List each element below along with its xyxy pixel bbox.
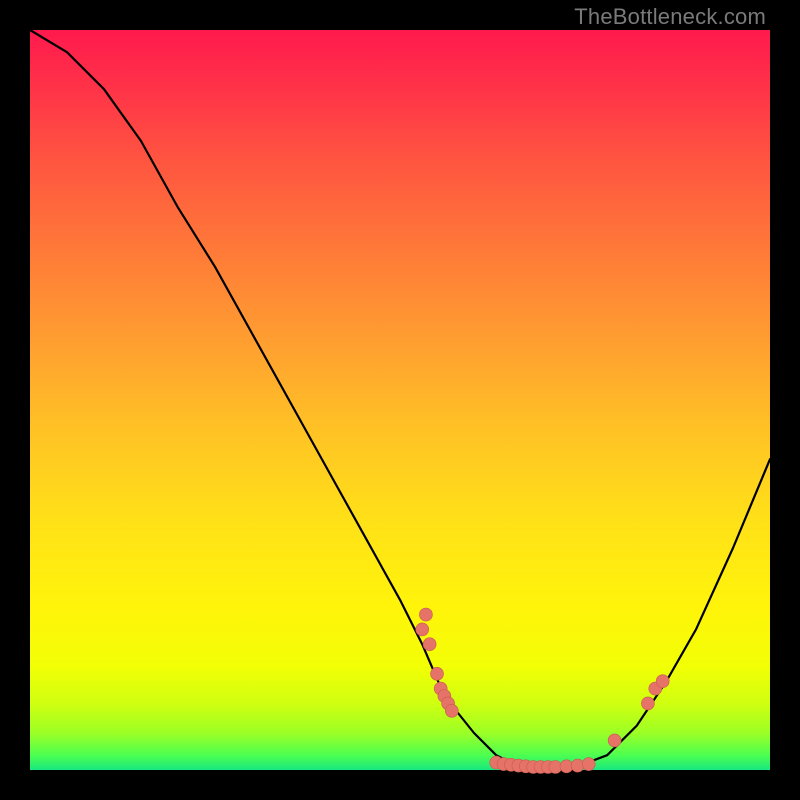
- scatter-points: [416, 608, 670, 773]
- scatter-point: [582, 758, 595, 771]
- scatter-point: [416, 623, 429, 636]
- scatter-point: [419, 608, 432, 621]
- chart-svg: [30, 30, 770, 770]
- scatter-point: [641, 697, 654, 710]
- scatter-point: [423, 638, 436, 651]
- scatter-point: [656, 675, 669, 688]
- chart-frame: [30, 30, 770, 770]
- scatter-point: [431, 667, 444, 680]
- watermark-text: TheBottleneck.com: [574, 4, 766, 30]
- scatter-point: [608, 734, 621, 747]
- scatter-point: [445, 704, 458, 717]
- bottleneck-curve: [30, 30, 770, 770]
